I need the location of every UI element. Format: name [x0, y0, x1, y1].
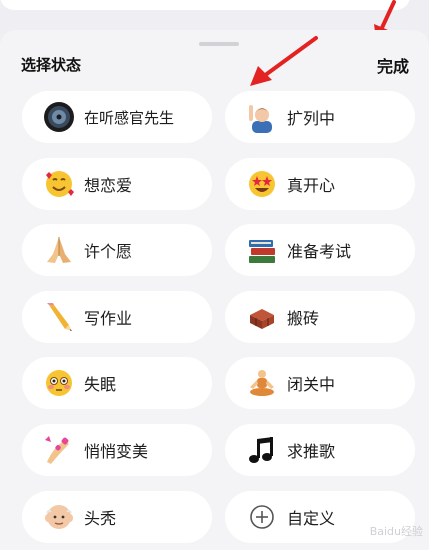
watermark: Baidu经验 [369, 525, 423, 538]
books-icon [245, 233, 279, 267]
sheet-title: 选择状态 [21, 56, 82, 74]
status-option-make-wish[interactable]: 许个愿 [22, 224, 212, 276]
status-label: 真开心 [287, 176, 336, 195]
status-label: 头秃 [84, 509, 117, 528]
record-disc-icon [42, 100, 76, 134]
folded-hands-icon [42, 233, 76, 267]
status-label: 失眠 [84, 375, 117, 394]
flushed-face-icon [42, 366, 76, 400]
status-option-homework[interactable]: 写作业 [22, 291, 212, 343]
status-label: 写作业 [84, 309, 133, 328]
status-label: 闭关中 [287, 375, 336, 394]
status-option-bald[interactable]: 头秃 [22, 491, 212, 543]
bricks-icon [245, 300, 279, 334]
status-label: 搬砖 [287, 309, 320, 328]
status-label: 许个愿 [84, 242, 133, 261]
status-label: 准备考试 [287, 242, 352, 261]
status-label: 悄悄变美 [84, 442, 149, 461]
status-label: 在听感官先生 [84, 108, 175, 127]
smiling-face-with-hearts-icon [42, 167, 76, 201]
plus-circle-icon [245, 500, 279, 534]
meditating-person-icon [245, 366, 279, 400]
status-option-song-request[interactable]: 求推歌 [225, 424, 415, 476]
status-option-retreat[interactable]: 闭关中 [225, 357, 415, 409]
drag-handle[interactable] [199, 42, 239, 46]
nail-polish-icon [42, 433, 76, 467]
status-option-moving-bricks[interactable]: 搬砖 [225, 291, 415, 343]
status-label: 自定义 [287, 509, 336, 528]
bald-old-man-icon [42, 500, 76, 534]
pencil-icon [42, 300, 76, 334]
status-option-happy[interactable]: 真开心 [225, 158, 415, 210]
status-option-prepare-exam[interactable]: 准备考试 [225, 224, 415, 276]
status-option-listening[interactable]: 在听感官先生 [22, 91, 212, 143]
status-option-get-pretty[interactable]: 悄悄变美 [22, 424, 212, 476]
star-struck-face-icon [245, 167, 279, 201]
status-label: 求推歌 [287, 442, 336, 461]
status-option-insomnia[interactable]: 失眠 [22, 357, 212, 409]
done-button[interactable]: 完成 [377, 53, 409, 77]
status-option-want-love[interactable]: 想恋爱 [22, 158, 212, 210]
status-label: 扩列中 [287, 109, 336, 128]
status-option-expand-friends[interactable]: 扩列中 [225, 91, 415, 143]
person-raising-hand-icon [245, 100, 279, 134]
music-note-icon [245, 433, 279, 467]
status-label: 想恋爱 [84, 176, 133, 195]
previous-card-edge [0, 0, 410, 10]
